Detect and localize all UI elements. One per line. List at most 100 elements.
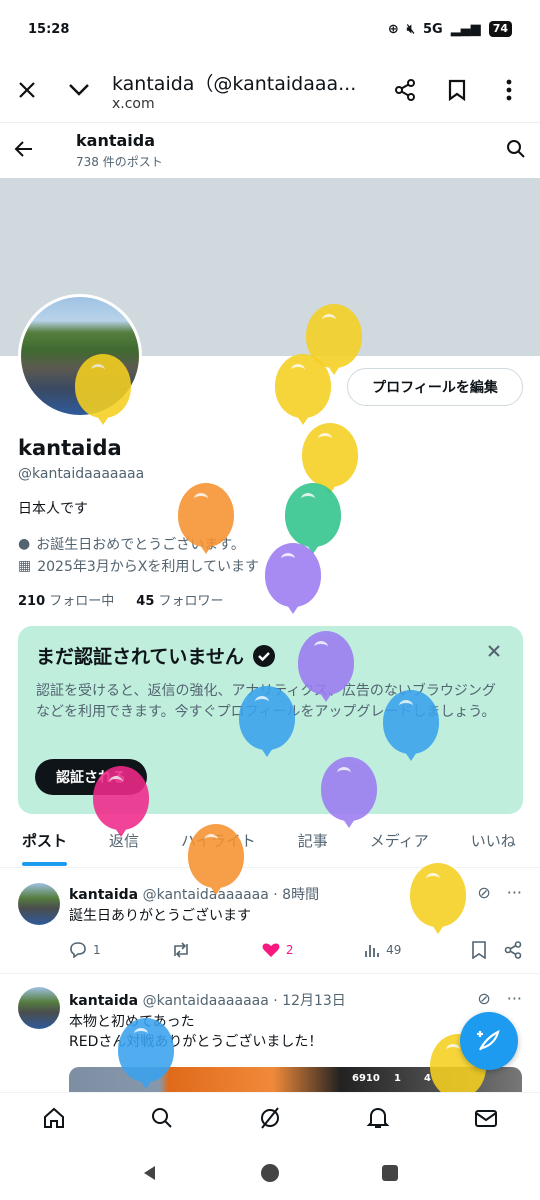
close-card-button[interactable] bbox=[487, 642, 501, 663]
tweet-text: 本物と初めてあった REDさん対戦ありがとうございました！ bbox=[69, 1012, 322, 1052]
mail-icon bbox=[475, 1109, 497, 1127]
joined-row: ▦ 2025年3月からXを利用しています bbox=[18, 556, 259, 576]
tweet-more-button[interactable]: ··· bbox=[507, 883, 522, 902]
bookmark-icon[interactable] bbox=[472, 941, 486, 959]
tweet-header: kantaida @kantaidaaaaaaa · 12月13日 bbox=[69, 993, 346, 1009]
media-score-text: 6910 bbox=[352, 1073, 380, 1084]
balloon-decoration bbox=[93, 766, 149, 837]
profile-bio: 日本人です bbox=[18, 501, 88, 517]
compose-post-button[interactable] bbox=[460, 1012, 518, 1070]
tweet-author-name[interactable]: kantaida bbox=[69, 887, 138, 903]
tab-articles[interactable]: 記事 bbox=[298, 820, 328, 868]
system-home-icon[interactable] bbox=[260, 1163, 280, 1183]
compose-feather-icon bbox=[477, 1029, 500, 1051]
following-link[interactable]: 210 フォロー中 bbox=[18, 590, 114, 609]
following-label: フォロー中 bbox=[49, 594, 115, 609]
share-button[interactable] bbox=[390, 75, 420, 105]
balloon-decoration bbox=[321, 757, 377, 828]
system-back-icon[interactable] bbox=[141, 1164, 159, 1182]
header-name: kantaida bbox=[76, 131, 156, 150]
grok-button[interactable]: ⊘ bbox=[477, 883, 490, 902]
arrow-left-icon bbox=[14, 140, 32, 157]
following-count: 210 bbox=[18, 594, 46, 609]
tab-likes[interactable]: いいね bbox=[471, 820, 516, 868]
bookmark-icon bbox=[448, 79, 466, 101]
views-button[interactable]: 49 bbox=[364, 942, 401, 958]
tweet-time[interactable]: 12月13日 bbox=[282, 993, 346, 1009]
network-label: 5G bbox=[422, 21, 443, 37]
followers-label: フォロワー bbox=[158, 594, 224, 609]
tweet-avatar[interactable] bbox=[18, 883, 60, 925]
edit-profile-button[interactable]: プロフィールを編集 bbox=[347, 368, 523, 406]
repost-button[interactable] bbox=[171, 942, 191, 958]
balloon-decoration bbox=[265, 543, 321, 614]
grok-button[interactable]: ⊘ bbox=[477, 989, 490, 1008]
profile-handle: @kantaidaaaaaaa bbox=[18, 466, 145, 482]
followers-count: 45 bbox=[136, 594, 155, 609]
tab-media[interactable]: メディア bbox=[370, 820, 429, 868]
close-tab-button[interactable] bbox=[12, 75, 42, 105]
nav-grok[interactable] bbox=[258, 1106, 282, 1134]
balloon-decoration bbox=[178, 483, 234, 554]
tweet-text: 誕生日ありがとうございます bbox=[69, 908, 251, 924]
system-recents-icon[interactable] bbox=[381, 1164, 399, 1182]
like-count: 2 bbox=[285, 943, 294, 957]
analytics-icon bbox=[365, 945, 380, 957]
profile-display-name: kantaida bbox=[18, 436, 122, 460]
repost-icon bbox=[174, 942, 189, 958]
balloon-decoration bbox=[275, 354, 331, 425]
heart-filled-icon bbox=[262, 943, 280, 957]
page-url: x.com bbox=[112, 95, 155, 112]
joined-text: 2025年3月からXを利用しています bbox=[37, 559, 259, 575]
followers-link[interactable]: 45 フォロワー bbox=[136, 590, 223, 609]
tweet-more-button[interactable]: ··· bbox=[507, 989, 522, 1008]
verified-badge-icon bbox=[252, 644, 275, 667]
share-icon[interactable] bbox=[504, 941, 522, 959]
search-icon bbox=[152, 1107, 172, 1128]
bookmark-page-button[interactable] bbox=[442, 75, 472, 105]
back-button[interactable] bbox=[14, 140, 44, 162]
balloon-decoration bbox=[239, 686, 295, 757]
share-icon bbox=[395, 79, 415, 101]
tweet-time[interactable]: 8時間 bbox=[282, 887, 319, 903]
battery-indicator: 74 bbox=[488, 21, 512, 37]
media-count-text: 1 bbox=[394, 1073, 401, 1084]
tab-posts[interactable]: ポスト bbox=[22, 820, 68, 868]
tweet-avatar[interactable] bbox=[18, 987, 60, 1029]
tweet-text-line: REDさん対戦ありがとうございました！ bbox=[69, 1034, 323, 1050]
tweet-author-name[interactable]: kantaida bbox=[69, 993, 138, 1009]
browser-bar: kantaida（@kantaidaaa... x.com bbox=[0, 58, 540, 122]
profile-header-bar: kantaida 738 件のポスト bbox=[0, 122, 540, 178]
balloon-decoration bbox=[383, 690, 439, 761]
nav-messages[interactable] bbox=[474, 1106, 498, 1134]
follow-stats: 210 フォロー中 45 フォロワー bbox=[18, 590, 224, 609]
bottom-nav bbox=[0, 1092, 540, 1146]
balloon-decoration bbox=[75, 354, 131, 425]
reply-button[interactable]: 1 bbox=[69, 942, 101, 958]
close-icon bbox=[19, 82, 35, 98]
nav-notifications[interactable] bbox=[366, 1106, 390, 1134]
more-vertical-icon bbox=[506, 79, 512, 101]
view-count: 49 bbox=[386, 943, 402, 957]
bell-icon bbox=[366, 1107, 390, 1128]
like-button[interactable]: 2 bbox=[262, 942, 294, 958]
calendar-icon: ▦ bbox=[18, 558, 32, 574]
nav-search[interactable] bbox=[150, 1106, 174, 1134]
balloon-decoration bbox=[302, 423, 358, 494]
tweet-text-line: 本物と初めてあった bbox=[69, 1012, 322, 1032]
balloon-decoration bbox=[285, 483, 341, 554]
balloon-decoration bbox=[118, 1018, 174, 1089]
page-title: kantaida（@kantaidaaa... bbox=[112, 72, 357, 95]
grok-icon bbox=[261, 1106, 279, 1129]
status-bar: 15:28 ⊕ 🔇︎ 5G ▂▄▆ 74 bbox=[0, 0, 540, 58]
search-icon bbox=[507, 139, 525, 158]
more-menu-button[interactable] bbox=[494, 75, 524, 105]
search-button[interactable] bbox=[506, 139, 526, 163]
home-icon bbox=[44, 1107, 64, 1128]
verify-title: まだ認証されていません bbox=[36, 646, 244, 668]
status-icons: ⊕ 🔇︎ 5G ▂▄▆ 74 bbox=[388, 21, 512, 37]
collapse-button[interactable] bbox=[64, 75, 94, 105]
nav-home[interactable] bbox=[42, 1106, 66, 1134]
browser-title-area[interactable]: kantaida（@kantaidaaa... x.com bbox=[112, 69, 390, 112]
tweet-actions: 1 2 49 bbox=[69, 941, 522, 959]
